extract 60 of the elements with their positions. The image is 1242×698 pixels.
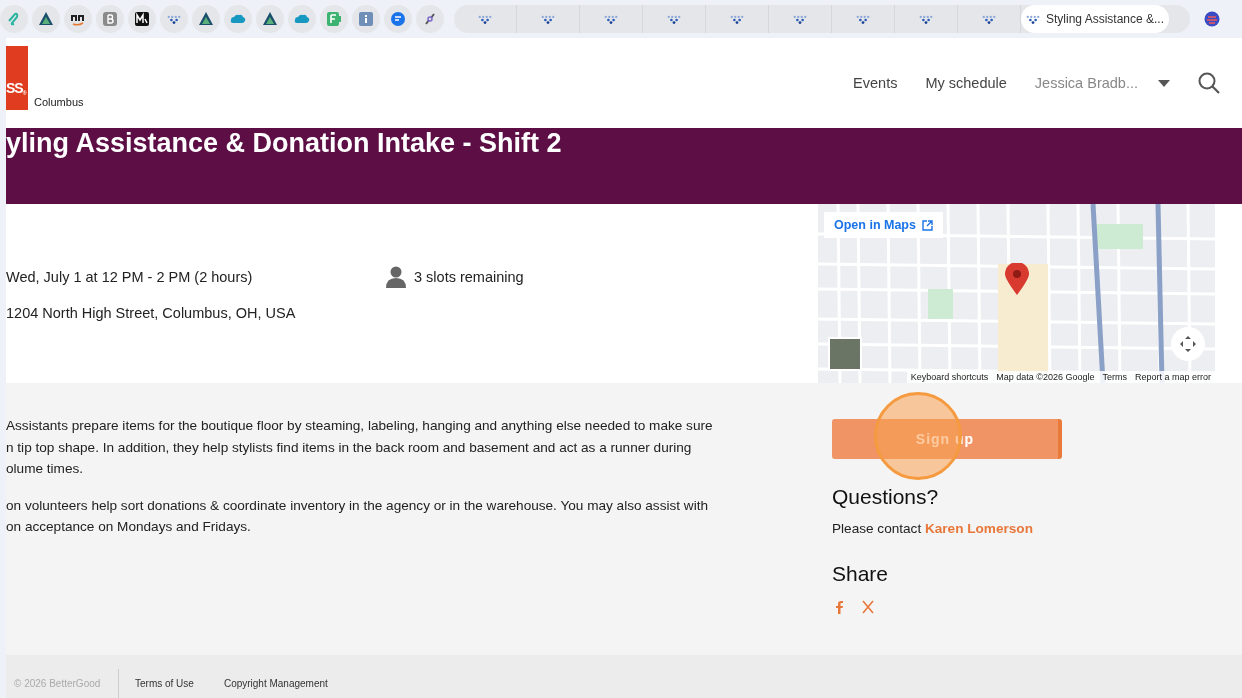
map-attribution-link[interactable]: Keyboard shortcuts bbox=[910, 372, 989, 382]
dots-icon bbox=[730, 14, 744, 24]
share-heading: Share bbox=[832, 562, 890, 586]
copyright-text: © 2026 BetterGood bbox=[13, 677, 102, 689]
mountain-icon bbox=[198, 11, 214, 27]
browser-tab[interactable]: Styling Assistance &... bbox=[1021, 5, 1169, 33]
dots-icon bbox=[167, 14, 181, 24]
event-address: 1204 North High Street, Columbus, OH, USA bbox=[6, 305, 296, 321]
description-line: olume times. bbox=[6, 460, 85, 478]
pinned-tab[interactable] bbox=[64, 5, 92, 33]
map-attribution-link[interactable]: Terms bbox=[1102, 372, 1127, 382]
dots-icon bbox=[667, 14, 681, 24]
mountain-icon bbox=[38, 11, 54, 27]
chain-icon bbox=[422, 11, 438, 27]
facebook-icon[interactable] bbox=[834, 600, 846, 614]
pinned-tab[interactable] bbox=[256, 5, 284, 33]
contact-text: Please contact bbox=[832, 521, 922, 536]
letter-icon bbox=[102, 11, 118, 27]
person-icon bbox=[386, 266, 406, 288]
footer-link[interactable]: Copyright Management bbox=[223, 678, 342, 689]
dots-icon bbox=[856, 14, 870, 24]
satellite-thumbnail[interactable] bbox=[828, 337, 862, 371]
nav-link[interactable]: Events bbox=[853, 75, 898, 91]
map-attribution-link[interactable]: Report a map error bbox=[1134, 372, 1211, 382]
footer-link[interactable]: Terms of Use bbox=[135, 678, 208, 689]
open-in-maps-link[interactable]: Open in Maps bbox=[824, 212, 943, 238]
dots-icon bbox=[982, 14, 996, 24]
dots-icon bbox=[793, 14, 807, 24]
expand-arrows-icon bbox=[1179, 335, 1197, 353]
pinned-tab[interactable] bbox=[32, 5, 60, 33]
dots-icon bbox=[541, 14, 555, 24]
map-pin-icon bbox=[1005, 263, 1029, 295]
pinned-tab[interactable] bbox=[192, 5, 220, 33]
region-label: Columbus bbox=[34, 96, 84, 108]
dots-icon bbox=[478, 14, 492, 24]
event-title: yling Assistance & Donation Intake - Shift 2 bbox=[6, 127, 563, 159]
x-icon[interactable] bbox=[862, 600, 874, 614]
mountain-icon bbox=[262, 11, 278, 27]
description-line: n tip top shape. In addition, they help stylists find items in the back room and basement and act as a runner during bbox=[6, 438, 693, 457]
description-line: Assistants prepare items for the boutique floor by steaming, labeling, hanging and anything else needed to make sure bbox=[6, 417, 714, 435]
nav-link[interactable]: My schedule bbox=[925, 75, 1007, 91]
letter-icon bbox=[326, 11, 342, 27]
caret-icon[interactable] bbox=[1158, 79, 1170, 87]
event-date: Wed, July 1 at 12 PM - 2 PM (2 hours) bbox=[6, 269, 254, 285]
questions-heading: Questions? bbox=[832, 485, 940, 509]
search-icon[interactable] bbox=[1198, 72, 1220, 94]
dots-icon bbox=[1025, 14, 1040, 24]
chat-icon bbox=[390, 11, 406, 27]
profile-icon[interactable] bbox=[1204, 11, 1220, 27]
external-link-icon bbox=[921, 219, 933, 231]
info-icon bbox=[358, 11, 374, 27]
description-line: on volunteers help sort donations & coordinate inventory in the agency or in the warehouse. You may also assist with bbox=[6, 496, 709, 515]
map-attribution-link[interactable]: Map data ©2026 Google bbox=[996, 372, 1095, 382]
pinned-tab[interactable] bbox=[128, 5, 156, 33]
slots-remaining: 3 slots remaining bbox=[414, 269, 524, 285]
dots-icon bbox=[604, 14, 618, 24]
letter-icon bbox=[134, 11, 150, 27]
description-line: on acceptance on Mondays and Fridays. bbox=[6, 518, 252, 536]
dots-icon bbox=[919, 14, 933, 24]
user-name[interactable]: Jessica Bradb... bbox=[1034, 75, 1138, 91]
